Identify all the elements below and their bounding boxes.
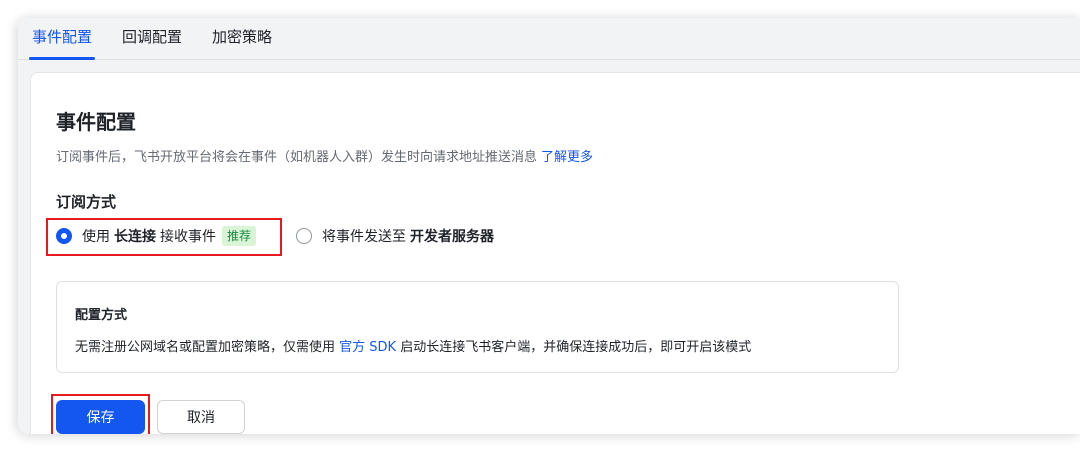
option1-bold: 长连接 [114,229,156,245]
radio-unchecked-icon[interactable] [296,228,312,244]
option2-prefix: 将事件发送至 [322,229,406,245]
config-desc-before: 无需注册公网域名或配置加密策略，仅需使用 [75,340,340,355]
subscription-mode-title: 订阅方式 [56,193,117,211]
radio-checked-icon[interactable] [56,228,72,244]
tab-event-config[interactable]: 事件配置 [28,18,96,60]
learn-more-link[interactable]: 了解更多 [541,150,593,165]
option2-bold: 开发者服务器 [410,229,494,245]
recommended-badge: 推荐 [222,226,257,246]
tab-bar: 事件配置 回调配置 加密策略 [18,18,1080,60]
cancel-button[interactable]: 取消 [157,400,245,434]
section-description: 订阅事件后，飞书开放平台将会在事件（如机器人入群）发生时向请求地址推送消息 了解更… [56,146,593,165]
page-title: 事件配置 [56,110,136,134]
config-method-box: 配置方式 无需注册公网域名或配置加密策略，仅需使用 官方 SDK 启动长连接飞书… [56,281,899,373]
config-method-title: 配置方式 [75,308,128,323]
description-text: 订阅事件后，飞书开放平台将会在事件（如机器人入群）发生时向请求地址推送消息 [56,150,538,165]
official-sdk-link[interactable]: 官方 SDK [339,340,396,355]
save-button[interactable]: 保存 [56,400,145,434]
option1-prefix: 使用 [82,229,110,245]
tab-encryption-strategy[interactable]: 加密策略 [212,18,272,59]
event-config-card: 事件配置 订阅事件后，飞书开放平台将会在事件（如机器人入群）发生时向请求地址推送… [30,72,1080,434]
radio-long-connection[interactable]: 使用 长连接 接收事件 推荐 [56,224,257,248]
config-method-description: 无需注册公网域名或配置加密策略，仅需使用 官方 SDK 启动长连接飞书客户端，并… [75,336,751,355]
config-desc-after: 启动长连接飞书客户端，并确保连接成功后，即可开启该模式 [396,340,752,355]
settings-window: 事件配置 回调配置 加密策略 事件配置 订阅事件后，飞书开放平台将会在事件（如机… [18,18,1080,434]
option1-suffix: 接收事件 [160,229,216,245]
radio-developer-server[interactable]: 将事件发送至 开发者服务器 [296,224,498,248]
tab-callback-config[interactable]: 回调配置 [122,18,182,59]
